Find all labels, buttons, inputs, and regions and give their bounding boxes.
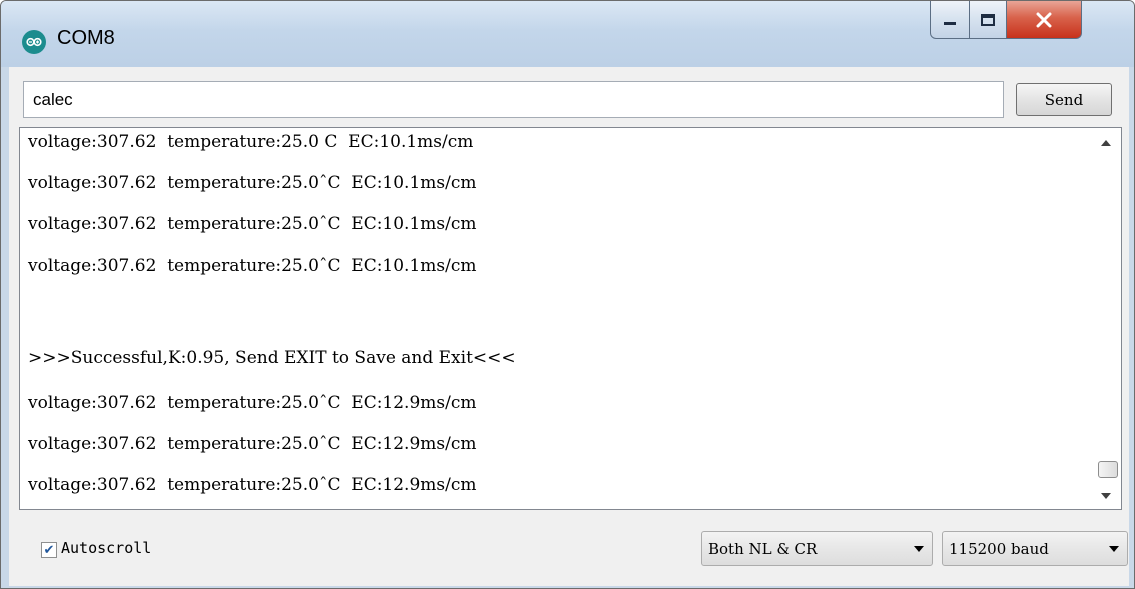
output-line: voltage:307.62 temperature:25.0ˆC EC:12.… — [28, 475, 477, 495]
baud-rate-select[interactable]: 115200 baud — [942, 531, 1128, 566]
output-line: voltage:307.62 temperature:25.0ˆC EC:10.… — [28, 256, 477, 276]
chevron-up-icon — [1100, 140, 1111, 146]
send-button[interactable]: Send — [1016, 83, 1112, 116]
arduino-icon — [22, 30, 46, 54]
close-icon — [1036, 12, 1052, 27]
output-line: >>>Successful,K:0.95, Send EXIT to Save … — [28, 348, 516, 368]
autoscroll-label: Autoscroll — [61, 539, 152, 557]
minimize-icon — [944, 21, 956, 25]
output-line: voltage:307.62 temperature:25.0ˆC EC:10.… — [28, 214, 477, 234]
autoscroll-checkbox[interactable]: ✔ — [41, 542, 57, 558]
baud-rate-value: 115200 baud — [949, 540, 1049, 558]
checkmark-icon: ✔ — [43, 542, 55, 558]
maximize-button[interactable] — [969, 1, 1007, 39]
window-title: COM8 — [57, 27, 115, 49]
output-line: voltage:307.62 temperature:25.0ˆC EC:12.… — [28, 393, 477, 413]
output-line: voltage:307.62 temperature:25.0ˆC EC:12.… — [28, 434, 477, 454]
scroll-up-button[interactable] — [1090, 133, 1121, 153]
line-ending-select[interactable]: Both NL & CR — [701, 531, 933, 566]
line-ending-value: Both NL & CR — [708, 540, 818, 558]
close-button[interactable] — [1006, 1, 1082, 39]
scroll-thumb[interactable] — [1098, 461, 1118, 478]
serial-output[interactable]: voltage:307.62 temperature:25.0 C EC:10.… — [19, 127, 1122, 510]
chevron-down-icon — [914, 546, 924, 552]
scroll-down-button[interactable] — [1090, 486, 1121, 506]
chevron-down-icon — [1109, 546, 1119, 552]
command-input[interactable] — [23, 81, 1004, 118]
serial-monitor-window: COM8 Send voltage:307.62 temperature:25.… — [0, 0, 1135, 589]
output-line: voltage:307.62 temperature:25.0ˆC EC:10.… — [28, 173, 477, 193]
output-line: voltage:307.62 temperature:25.0 C EC:10.… — [28, 132, 474, 152]
minimize-button[interactable] — [930, 1, 970, 39]
chevron-down-icon — [1100, 493, 1111, 499]
maximize-icon — [981, 13, 995, 26]
title-bar[interactable]: COM8 — [1, 1, 1134, 67]
vertical-scrollbar[interactable] — [1090, 128, 1121, 509]
